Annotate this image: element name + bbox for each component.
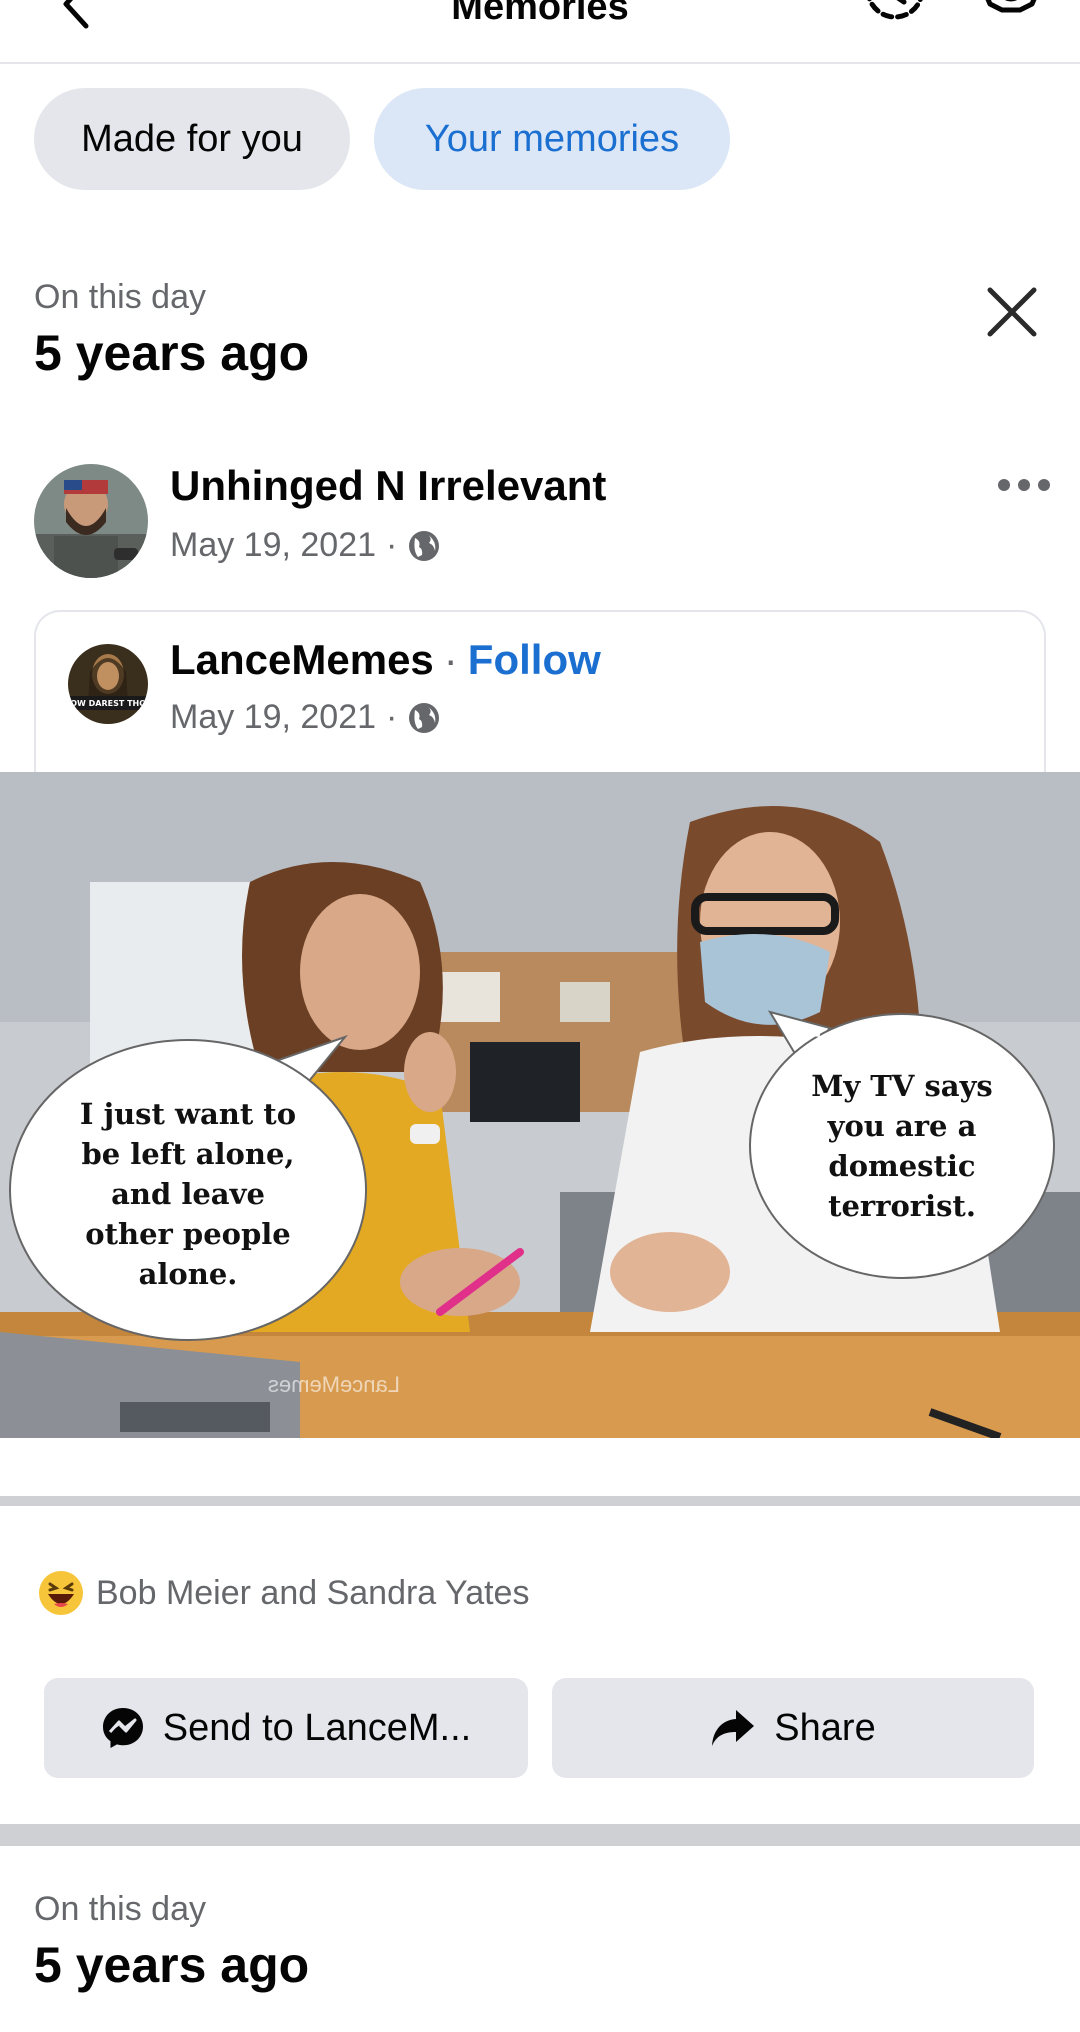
post-date: May 19, 2021	[170, 526, 377, 564]
messenger-icon	[102, 1708, 143, 1748]
left-bubble-line-4: other people	[85, 1217, 290, 1251]
top-bar: Memories	[0, 0, 1080, 64]
share-button-label: Share	[774, 1706, 876, 1749]
shared-post-meta: May 19, 2021 ·	[170, 698, 441, 737]
follow-button[interactable]: Follow	[468, 636, 601, 684]
tab-your-memories[interactable]: Your memories	[374, 88, 730, 190]
reactions-text: Bob Meier and Sandra Yates	[96, 1573, 530, 1612]
memory-time-ago: 5 years ago	[34, 1937, 310, 1993]
post-divider	[0, 1496, 1080, 1506]
tab-made-for-you[interactable]: Made for you	[34, 88, 350, 190]
share-button[interactable]: Share	[552, 1678, 1034, 1778]
globe-icon	[409, 530, 440, 561]
shared-author-row: LanceMemes · Follow	[170, 636, 601, 684]
shared-meta-separator: ·	[386, 698, 398, 736]
reactions-summary[interactable]: Bob Meier and Sandra Yates	[38, 1570, 529, 1616]
left-bubble-line-5: alone.	[139, 1257, 238, 1291]
left-bubble-line-2: be left alone,	[81, 1137, 294, 1171]
shared-post-date: May 19, 2021	[170, 698, 377, 736]
image-watermark: LanceMemes	[268, 1372, 400, 1397]
author-avatar[interactable]	[34, 464, 148, 578]
send-button-label: Send to LanceM...	[162, 1706, 472, 1749]
left-bubble-line-3: and leave	[111, 1177, 265, 1211]
memory-label: On this day	[34, 1890, 206, 1928]
memory-label: On this day	[34, 278, 206, 316]
right-bubble-line-3: domestic	[828, 1149, 975, 1183]
post-image[interactable]: LanceMemes I just want to be left alone,…	[0, 772, 1080, 1438]
shared-author-avatar[interactable]: HOW DAREST THOU	[68, 644, 148, 724]
memory-divider	[0, 1824, 1080, 1846]
left-bubble-line-1: I just want to	[80, 1097, 296, 1131]
gear-icon[interactable]	[976, 0, 1046, 38]
shared-author-name[interactable]: LanceMemes	[170, 636, 434, 684]
shared-avatar-text: HOW DAREST THOU	[68, 699, 148, 708]
haha-reaction-icon	[39, 1571, 83, 1615]
globe-icon	[409, 702, 440, 733]
close-icon[interactable]	[984, 284, 1040, 340]
author-name[interactable]: Unhinged N Irrelevant	[170, 462, 606, 510]
right-bubble-line-4: terrorist.	[828, 1189, 976, 1223]
send-to-messenger-button[interactable]: Send to LanceM...	[44, 1678, 528, 1778]
shared-separator: ·	[443, 636, 458, 683]
history-icon[interactable]	[862, 0, 928, 38]
meta-separator: ·	[386, 526, 398, 564]
right-bubble-line-1: My TV says	[811, 1069, 993, 1103]
memory-time-ago: 5 years ago	[34, 325, 310, 381]
more-options-icon[interactable]	[996, 470, 1052, 500]
share-arrow-icon	[712, 1710, 755, 1746]
right-bubble-line-2: you are a	[827, 1109, 977, 1143]
post-meta: May 19, 2021 ·	[170, 526, 441, 565]
